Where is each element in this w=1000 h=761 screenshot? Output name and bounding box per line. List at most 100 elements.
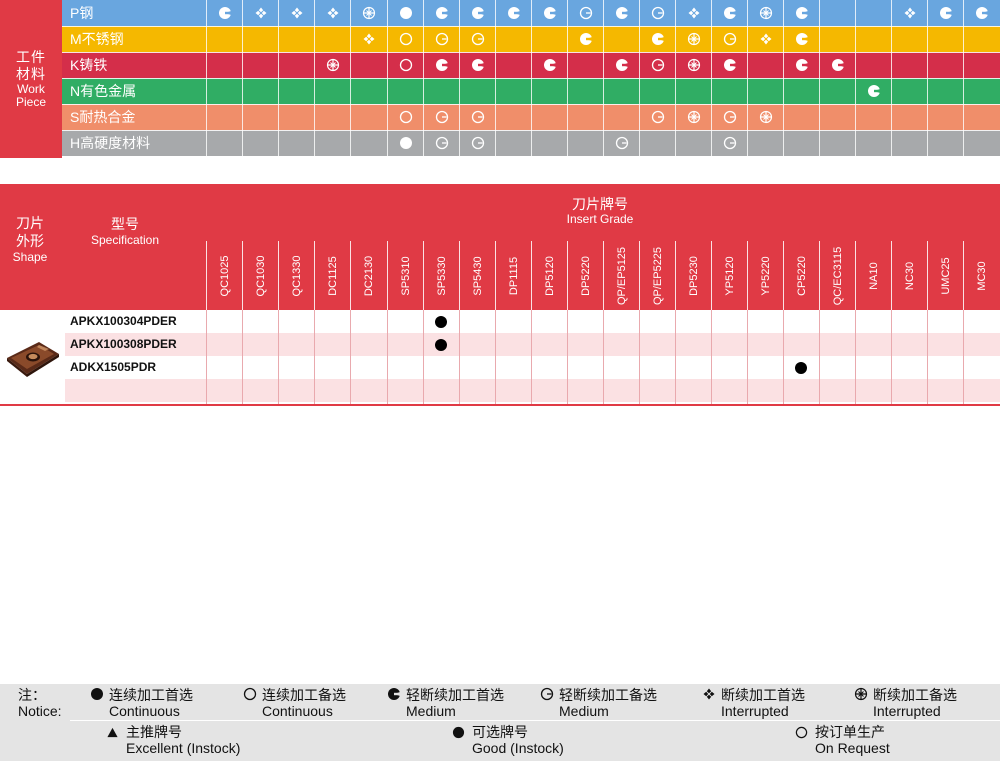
- work-piece-cell: [242, 78, 278, 104]
- legend-label-en: Medium: [559, 703, 609, 719]
- work-piece-cell: [927, 130, 963, 156]
- grade-column-header: DP5220: [567, 241, 603, 310]
- work-piece-cell: [711, 52, 747, 78]
- medium-filled-icon: [471, 7, 484, 19]
- notice-legend: 注： Notice: 连续加工首选 Continuous 连续加工备选 Continu…: [0, 684, 1000, 761]
- triangle-icon: [107, 727, 118, 738]
- work-piece-cell: [459, 130, 495, 156]
- work-piece-cell: [639, 0, 675, 26]
- medium-open-icon: [435, 136, 448, 150]
- work-piece-cell: [495, 26, 531, 52]
- work-piece-cell: [891, 52, 927, 78]
- grade-column-header: QP/EP5225: [639, 241, 675, 310]
- medium-filled-icon: [831, 59, 844, 71]
- grade-label: QP/EP5225: [651, 246, 664, 305]
- grade-label: DC2130: [363, 255, 375, 296]
- interrupted-filled-icon: [291, 7, 302, 19]
- grade-label: UMC25: [939, 256, 952, 295]
- work-piece-cell: [711, 78, 747, 104]
- grade-column-line: [927, 310, 928, 404]
- open-circle-icon: [399, 32, 412, 46]
- grade-column-line: [567, 310, 568, 404]
- work-piece-cell: [819, 26, 855, 52]
- grade-column-header: DP1115: [495, 241, 531, 310]
- grade-column-line: [423, 310, 424, 404]
- medium-filled-icon: [723, 7, 736, 19]
- grade-column-header: CP5220: [783, 241, 819, 310]
- availability-label-en: Good (Instock): [472, 740, 564, 756]
- medium-filled-icon: [867, 85, 880, 97]
- grade-column-line: [675, 310, 676, 404]
- work-piece-cell: [387, 104, 423, 130]
- work-piece-cell: [711, 0, 747, 26]
- work-piece-cell: [459, 0, 495, 26]
- grade-label: SP5310: [399, 255, 412, 296]
- medium-filled-icon: [579, 33, 592, 45]
- medium-filled-icon: [723, 59, 736, 71]
- work-piece-cell: [495, 130, 531, 156]
- work-piece-row: H高硬度材料: [62, 130, 1000, 156]
- work-piece-cell: [819, 130, 855, 156]
- work-piece-cell: [314, 52, 350, 78]
- work-piece-cell: [819, 104, 855, 130]
- medium-filled-icon: [615, 7, 628, 19]
- work-piece-cell: [531, 130, 567, 156]
- work-piece-cell: [747, 0, 783, 26]
- insert-grade-header-title: 刀片牌号 Insert Grade: [550, 196, 650, 225]
- interrupted-filled-icon: [688, 7, 699, 19]
- work-piece-cell: [459, 26, 495, 52]
- grade-column-header: DP5230: [675, 241, 711, 310]
- open-circle-icon: [399, 110, 412, 124]
- work-piece-cell: [423, 26, 459, 52]
- insert-grade-header: 刀片 外形 Shape 型号 Specification 刀片牌号 Insert…: [0, 184, 1000, 310]
- grade-column-header: QC/EC3115: [819, 241, 855, 310]
- grade-label: DP5120: [543, 255, 556, 296]
- work-piece-row-separator: [62, 130, 1000, 131]
- work-piece-row-separator: [62, 78, 1000, 79]
- grade-column-line: [891, 310, 892, 404]
- work-piece-cell: [963, 78, 1000, 104]
- work-piece-cell: [603, 26, 639, 52]
- insert-spec: [65, 379, 241, 402]
- work-piece-cell: [603, 104, 639, 130]
- work-piece-cell: [675, 0, 711, 26]
- filled-circle-icon: [399, 137, 412, 149]
- grade-column-line: [314, 310, 315, 404]
- work-piece-row: N有色金属: [62, 78, 1000, 104]
- interrupted-open-icon: [854, 687, 868, 701]
- work-piece-cell: [783, 52, 819, 78]
- shape-header-zh-1: 刀片: [16, 215, 44, 231]
- legend-label-zh: 断续加工备选: [873, 687, 957, 703]
- grade-column-line: [711, 310, 712, 404]
- interrupted-open-icon: [362, 6, 376, 20]
- work-piece-cell: [350, 26, 387, 52]
- interrupted-filled-icon: [363, 33, 375, 45]
- work-piece-header-en-2: Piece: [15, 95, 47, 109]
- grade-column-line: [855, 310, 856, 404]
- work-piece-row: P钢: [62, 0, 1000, 26]
- medium-filled-icon: [615, 59, 628, 71]
- grade-column-header: DC2130: [350, 241, 387, 310]
- work-piece-cell: [747, 52, 783, 78]
- work-piece-cell: [747, 26, 783, 52]
- work-piece-cell: [495, 78, 531, 104]
- work-piece-cell: [747, 104, 783, 130]
- interrupted-open-icon: [326, 58, 339, 72]
- medium-filled-icon: [507, 7, 520, 19]
- work-piece-cell: [314, 26, 350, 52]
- medium-open-icon: [435, 110, 448, 124]
- work-piece-cell: [531, 78, 567, 104]
- work-piece-cell: [314, 104, 350, 130]
- insert-grade-table: 刀片 外形 Shape 型号 Specification 刀片牌号 Insert…: [0, 184, 1000, 406]
- work-piece-cell: [459, 104, 495, 130]
- interrupted-open-icon: [759, 6, 772, 20]
- medium-filled-icon: [795, 7, 808, 19]
- work-piece-cell: [891, 78, 927, 104]
- grade-label: CP5220: [795, 255, 808, 296]
- work-piece-cell: [639, 130, 675, 156]
- medium-filled-icon: [543, 7, 556, 19]
- interrupted-open-icon: [759, 110, 772, 124]
- legend-label-en: Medium: [406, 703, 456, 719]
- work-piece-cell: [891, 26, 927, 52]
- grade-column-line: [963, 310, 964, 404]
